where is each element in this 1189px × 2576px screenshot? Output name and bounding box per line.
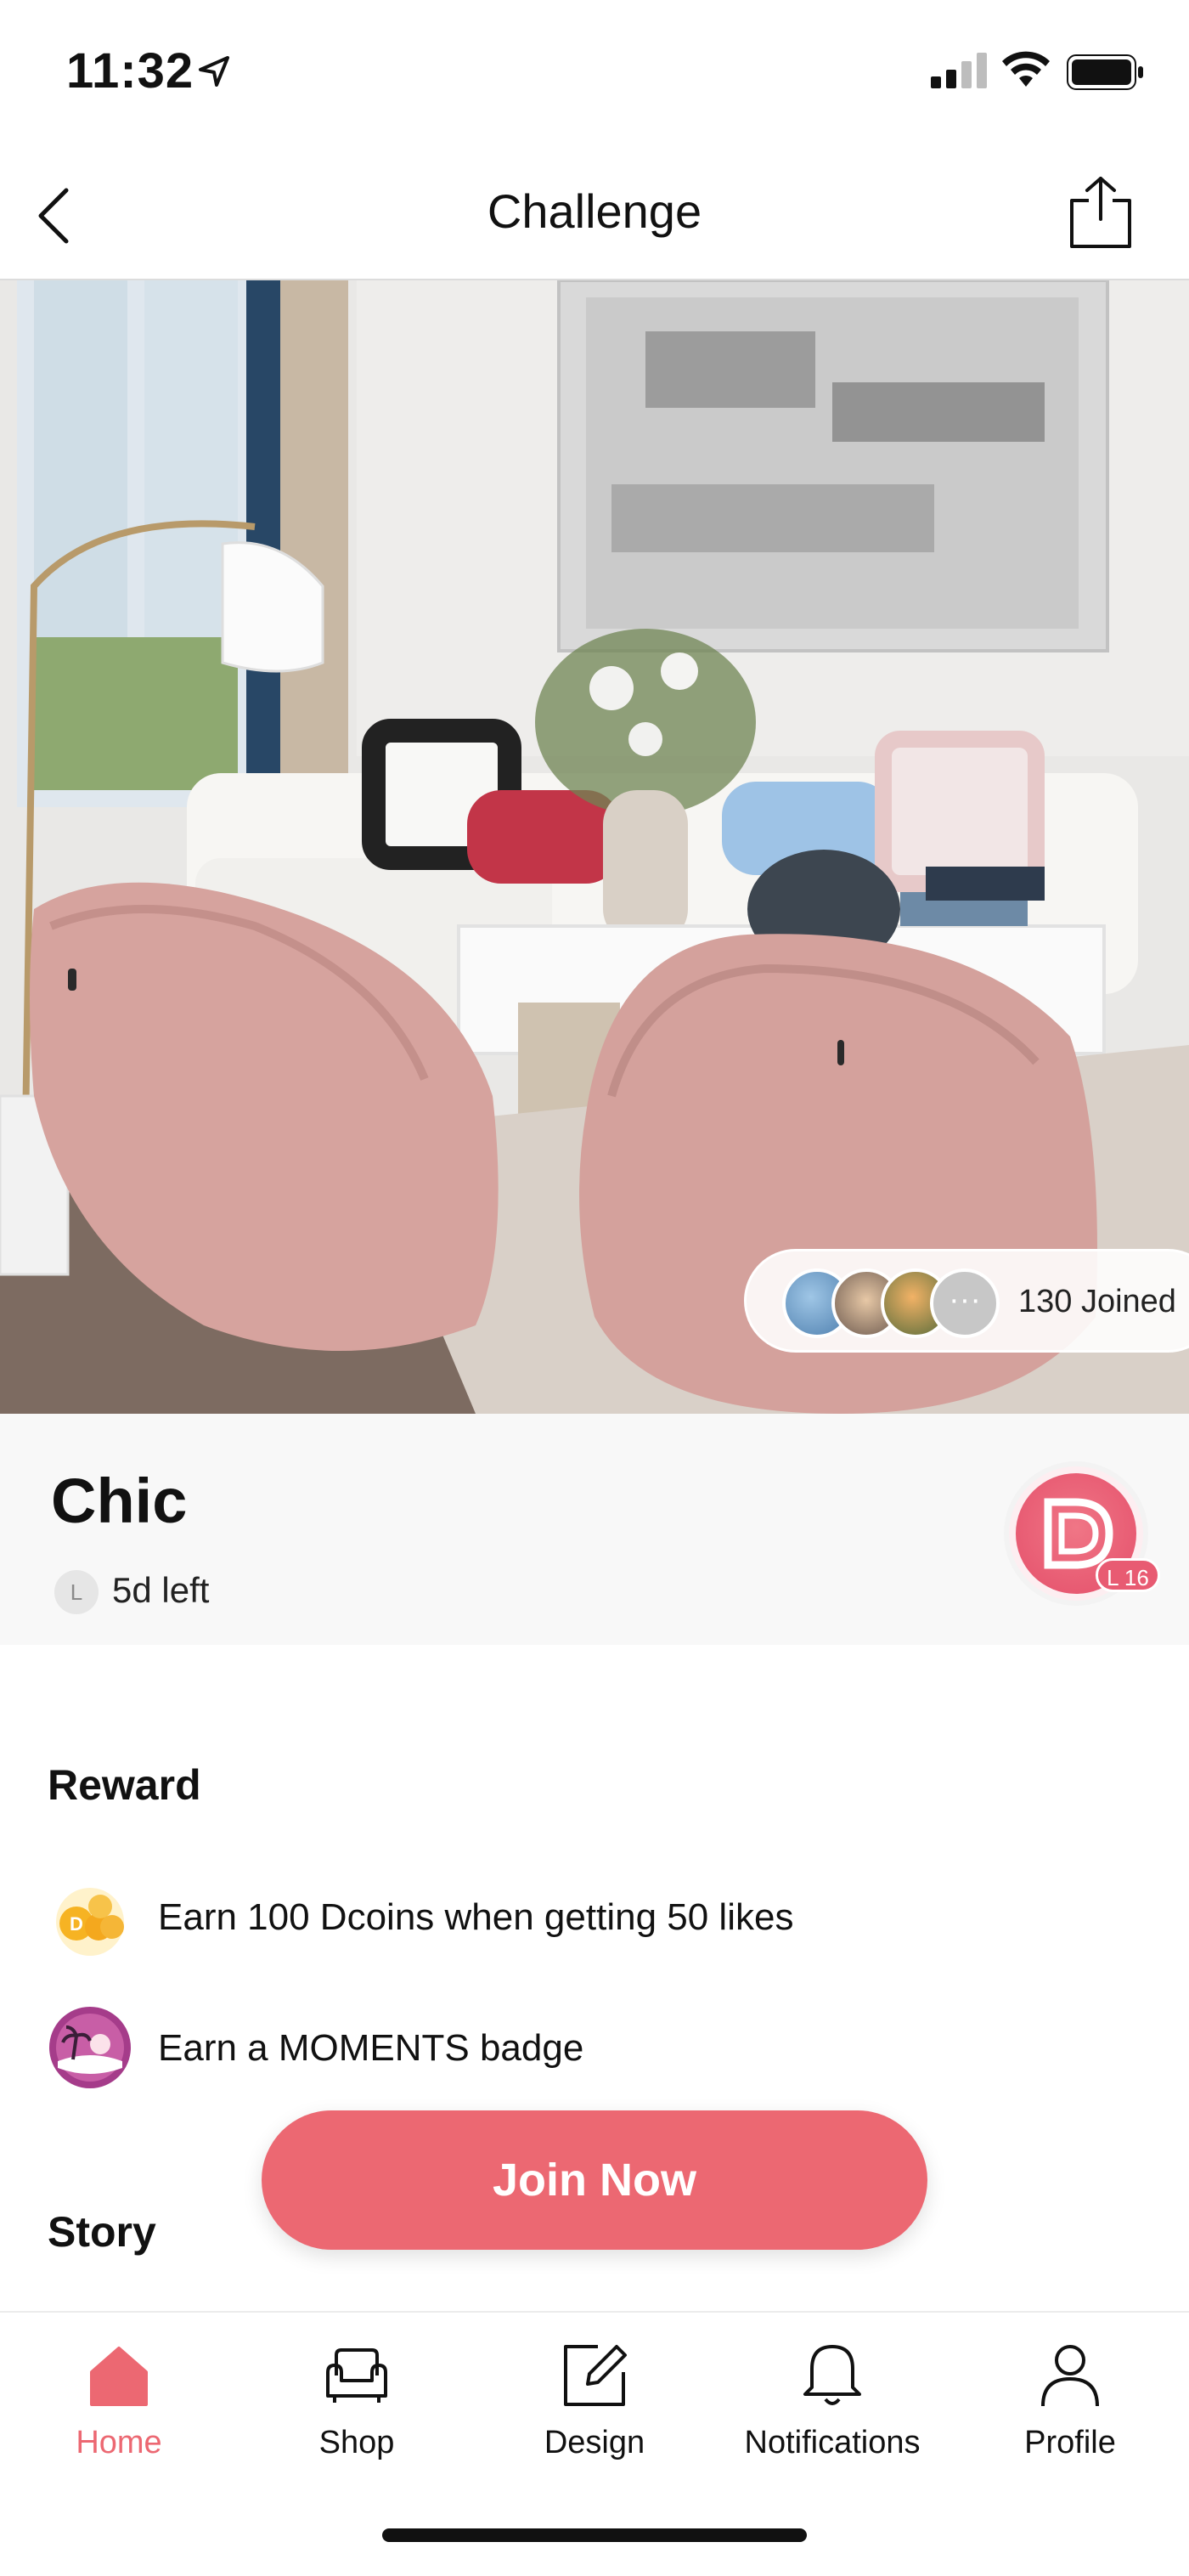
edit-icon [564,2345,627,2406]
challenge-info: Chic L 5d left L 16 [0,1414,1189,1645]
status-time: 11:32 [66,43,194,99]
home-icon [90,2347,148,2406]
dcoins-icon: D [56,1888,124,1956]
page-title: Challenge [487,184,702,238]
level-badge: L 16 [1096,1558,1160,1592]
location-arrow-icon [199,56,229,87]
wifi-icon [1002,51,1050,87]
tab-label: Shop [318,2425,395,2460]
more-members-icon: ··· [930,1268,1000,1338]
sofa-icon [326,2348,387,2403]
battery-icon [1067,54,1143,90]
reward-title: Reward [48,1761,201,1809]
moments-badge-icon [49,2007,131,2088]
tab-shop[interactable]: Shop [238,2342,476,2511]
tab-label: Profile [1024,2425,1116,2460]
share-icon[interactable] [1065,173,1136,251]
reward-text: Earn a MOMENTS badge [158,2027,584,2069]
tab-home[interactable]: Home [0,2342,238,2511]
person-icon [1041,2345,1099,2407]
nav-header: Challenge [0,144,1189,280]
bell-icon [803,2345,861,2405]
joined-members-pill[interactable]: ··· 130 Joined [744,1249,1189,1353]
status-bar: 11:32 [0,0,1189,144]
tab-label: Design [544,2425,645,2460]
tab-label: Notifications [744,2425,921,2460]
home-indicator [382,2528,807,2542]
reward-item: Earn a MOMENTS badge [48,2005,1152,2090]
story-title: Story [48,2208,156,2256]
tab-label: Home [76,2425,162,2460]
challenge-name: Chic [51,1466,188,1536]
join-now-button[interactable]: Join Now [262,2110,927,2250]
svg-text:D: D [70,1913,83,1935]
cellular-signal-icon [931,53,987,88]
tab-notifications[interactable]: Notifications [713,2342,951,2511]
joined-count: 130 Joined [1018,1284,1176,1319]
challenge-cover-image[interactable] [0,280,1189,1414]
reward-text: Earn 100 Dcoins when getting 50 likes [158,1896,794,1938]
tab-profile[interactable]: Profile [951,2342,1189,2511]
time-left: 5d left [112,1570,210,1610]
timer-icon: L [54,1570,99,1614]
reward-item: D Earn 100 Dcoins when getting 50 likes [48,1874,1152,1959]
tab-design[interactable]: Design [476,2342,713,2511]
